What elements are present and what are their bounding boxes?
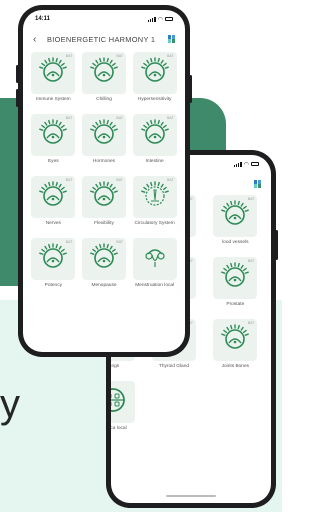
status-bar: 14:11 ◠ [23,10,185,28]
program-tile[interactable]: BAT Intestine [131,114,178,172]
dial-icon [38,242,68,277]
program-label: Potency [44,283,62,288]
dial-icon [89,242,119,277]
program-badge: BAT [167,116,174,120]
background-text: y [0,382,20,426]
program-label: Sciatica local [111,426,127,431]
program-label: Lungs [111,364,120,369]
program-card[interactable] [132,238,177,280]
program-label: Prostate [226,302,245,307]
program-tile[interactable]: Sciatica local [111,381,141,439]
program-tile[interactable]: BAT lood vessels [207,195,264,253]
program-label: Hypersensitivity [137,97,172,102]
language-flag-icon[interactable] [254,180,261,188]
dial-icon [220,323,250,358]
front-header: ‹ BIOENERGETIC HARMONY 1 [23,28,185,50]
page-title: BIOENERGETIC HARMONY 1 [47,34,156,44]
language-flag-icon[interactable] [168,35,175,43]
program-grid: BAT Immune System BAT Chilling BAT Hyperse… [23,50,185,296]
program-label: Eyes [47,159,59,164]
program-label: Circulatory System [134,221,175,226]
program-card[interactable]: BAT [132,114,177,156]
dial-icon [38,56,68,91]
program-label: Joints Bones [221,364,250,369]
program-label: Chilling [96,97,112,102]
wifi-icon: ◠ [243,161,249,168]
program-tile[interactable]: BAT Eyes [30,114,77,172]
program-badge: BAT [167,178,174,182]
wifi-icon: ◠ [157,16,163,23]
program-label: Nerves [45,221,61,226]
program-card[interactable]: BAT [81,176,126,218]
program-tile[interactable]: BAT Hormones [81,114,128,172]
program-badge: BAT [247,197,255,201]
uterus-icon [140,242,170,277]
spine-icon [111,385,128,420]
program-card[interactable]: BAT [81,114,126,156]
program-badge: BAT [65,54,73,58]
dial-icon [89,180,119,215]
status-time: 14:11 [35,16,51,22]
program-card[interactable]: BAT [31,238,76,280]
dial-icon [140,56,170,91]
program-badge: BAT [116,240,123,244]
program-card[interactable]: BAT [31,114,76,156]
program-card[interactable]: BAT [81,238,126,280]
program-badge: BAT [167,54,174,58]
program-label: Immune System [36,97,71,102]
program-card[interactable]: BAT [132,52,177,94]
front-screen: 14:11 ◠ ‹ BIOENERGETIC HARMONY 1 BAT Imm… [23,10,185,352]
program-card[interactable]: BAT [213,257,258,299]
program-tile[interactable]: BAT Nerves [30,176,77,234]
program-label: Intestine [145,159,164,164]
program-label: Hormones [92,159,116,164]
program-tile[interactable]: BAT Joints Bones [207,319,264,377]
program-label: Menopause [91,283,117,288]
program-tile[interactable]: BAT Potency [30,238,77,296]
program-tile[interactable]: BAT Menopause [81,238,128,296]
dial-icon [38,180,68,215]
program-tile[interactable]: BAT Circulatory System [131,176,178,234]
program-badge: BAT [247,259,255,263]
battery-icon [251,162,259,166]
program-label: lood vessels [222,240,249,245]
program-card[interactable] [111,381,135,423]
program-badge: BAT [116,54,123,58]
home-indicator [166,495,216,497]
program-badge: BAT [65,116,73,120]
dial-icon [220,261,250,296]
program-label: Flexibility [94,221,114,226]
dial-icon [220,199,250,234]
program-card[interactable]: BAT [81,52,126,94]
program-badge: BAT [65,240,73,244]
program-badge: BAT [65,178,73,182]
program-card[interactable]: BAT [31,52,76,94]
signal-icon [147,16,156,22]
program-badge: BAT [247,321,255,325]
program-tile[interactable]: BAT Hypersensitivity [131,52,178,110]
phone-front: 14:11 ◠ ‹ BIOENERGETIC HARMONY 1 BAT Imm… [16,5,192,357]
program-label: Menstruation local [135,283,175,288]
program-tile[interactable]: Menstruation local [131,238,178,296]
program-card[interactable]: BAT [213,195,258,237]
program-tile[interactable]: BAT Prostate [207,257,264,315]
program-badge: BAT [116,116,123,120]
signal-icon [233,161,242,167]
dial-icon [38,118,68,153]
back-arrow-icon[interactable]: ‹ [33,34,47,45]
program-card[interactable]: BAT [213,319,258,361]
battery-icon [165,17,173,21]
program-tile[interactable]: BAT Flexibility [81,176,128,234]
program-tile[interactable]: BAT Chilling [81,52,128,110]
program-card[interactable]: BAT [31,176,76,218]
dial-icon [89,56,119,91]
program-badge: BAT [116,178,123,182]
program-tile[interactable]: BAT Immune System [30,52,77,110]
program-label: Thyroid Gland [158,364,190,369]
dial-icon [89,118,119,153]
dial-icon [140,118,170,153]
circulatory-icon [140,180,170,215]
program-card[interactable]: BAT [132,176,177,218]
